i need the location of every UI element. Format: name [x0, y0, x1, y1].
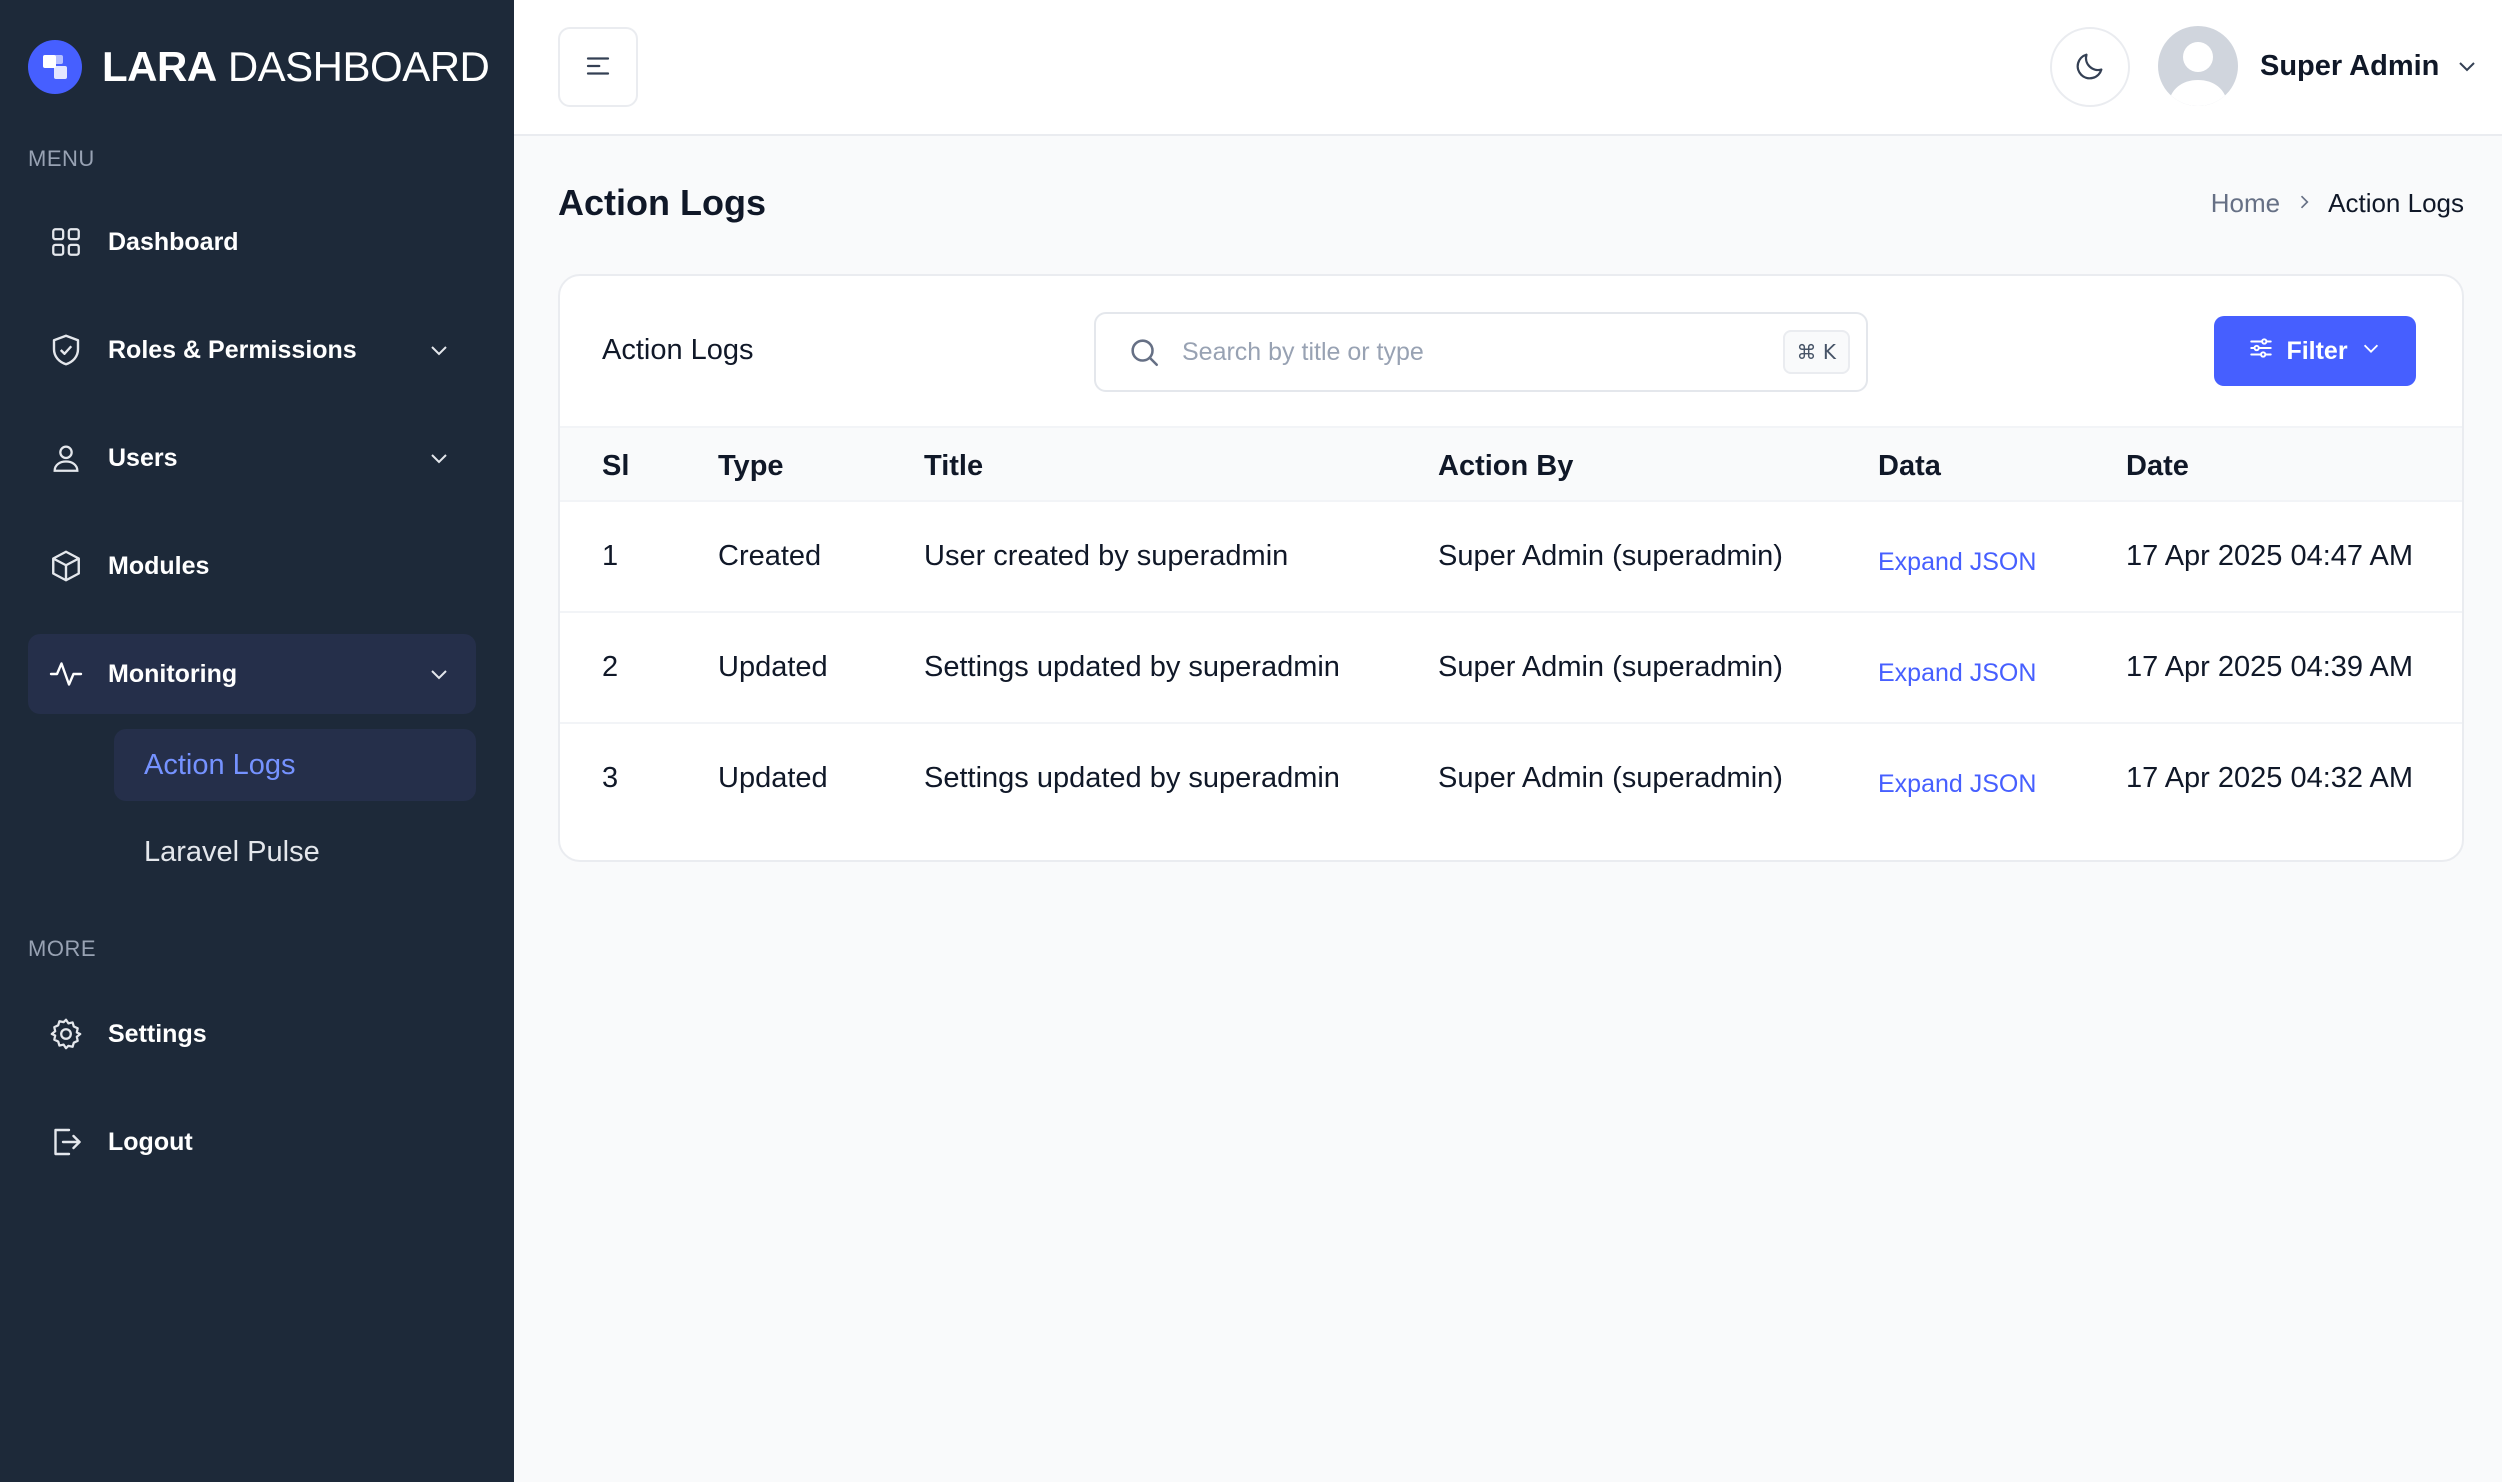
column-header-sl: Sl — [602, 450, 630, 482]
user-menu[interactable]: Super Admin — [2158, 26, 2481, 106]
shield-icon — [46, 330, 86, 370]
chevron-right-icon — [2294, 188, 2314, 219]
column-header-type: Type — [718, 450, 784, 482]
filter-button[interactable]: Filter — [2214, 316, 2416, 386]
search-input[interactable] — [1182, 322, 1783, 382]
moon-icon — [2073, 49, 2107, 86]
sidebar-item-label: Logout — [108, 1127, 193, 1156]
table-header: Sl Type Title Action By Data Date — [560, 426, 2462, 502]
sidebar-item-label: Settings — [108, 1019, 207, 1048]
avatar — [2158, 26, 2238, 106]
box-icon — [46, 546, 86, 586]
page-title: Action Logs — [558, 182, 766, 223]
chevron-down-icon — [424, 335, 454, 365]
cell-action-by: Super Admin (superadmin) — [1438, 762, 1783, 794]
sidebar: LARA DASHBOARD MENU Dashboard Roles & Pe… — [0, 0, 514, 1482]
chevron-down-icon — [2453, 52, 2481, 80]
sidebar-item-roles-permissions[interactable]: Roles & Permissions — [28, 310, 476, 390]
cell-action-by: Super Admin (superadmin) — [1438, 540, 1783, 572]
sidebar-item-label: Users — [108, 443, 178, 472]
logout-icon — [46, 1122, 86, 1162]
theme-toggle-button[interactable] — [2050, 27, 2130, 107]
brand-logo[interactable]: LARA DASHBOARD — [28, 40, 490, 94]
table-row: 1 Created User created by superadmin Sup… — [560, 502, 2462, 613]
sidebar-item-label: Dashboard — [108, 227, 239, 256]
sidebar-item-users[interactable]: Users — [28, 418, 476, 498]
expand-json-link[interactable]: Expand JSON — [1878, 770, 2036, 799]
gear-icon — [46, 1014, 86, 1054]
chevron-down-icon — [424, 443, 454, 473]
topbar: Super Admin — [514, 0, 2502, 136]
cell-title: Settings updated by superadmin — [924, 762, 1340, 794]
hamburger-icon — [583, 51, 613, 84]
expand-json-link[interactable]: Expand JSON — [1878, 659, 2036, 688]
search-icon — [1124, 332, 1164, 372]
cell-type: Updated — [718, 651, 828, 683]
sidebar-subitem-action-logs[interactable]: Action Logs — [114, 729, 476, 801]
sidebar-item-label: Monitoring — [108, 659, 238, 688]
card-title: Action Logs — [602, 334, 754, 366]
cell-date: 17 Apr 2025 04:32 AM — [2126, 762, 2413, 794]
chevron-down-icon — [2360, 337, 2382, 366]
logo-mark-icon — [28, 40, 82, 94]
cell-sl: 1 — [602, 540, 619, 572]
search-box: ⌘ K — [1094, 312, 1868, 392]
menu-heading: MENU — [28, 146, 95, 171]
sidebar-item-logout[interactable]: Logout — [28, 1102, 476, 1182]
sidebar-item-label: Roles & Permissions — [108, 335, 357, 364]
filter-button-label: Filter — [2286, 336, 2348, 365]
cell-title: Settings updated by superadmin — [924, 651, 1340, 683]
expand-json-link[interactable]: Expand JSON — [1878, 548, 2036, 577]
sidebar-item-settings[interactable]: Settings — [28, 994, 476, 1074]
column-header-action-by: Action By — [1438, 450, 1574, 482]
column-header-date: Date — [2126, 450, 2189, 482]
cell-date: 17 Apr 2025 04:47 AM — [2126, 540, 2413, 572]
more-heading: MORE — [28, 936, 96, 961]
action-logs-card: Action Logs ⌘ K Filter Sl Type Title Act… — [558, 274, 2464, 862]
cell-title: User created by superadmin — [924, 540, 1289, 572]
grid-icon — [46, 222, 86, 262]
chevron-down-icon — [424, 659, 454, 689]
sidebar-item-modules[interactable]: Modules — [28, 526, 476, 606]
user-icon — [46, 438, 86, 478]
cell-type: Updated — [718, 762, 828, 794]
breadcrumb-current: Action Logs — [2328, 188, 2464, 218]
sidebar-item-monitoring[interactable]: Monitoring — [28, 634, 476, 714]
sidebar-toggle-button[interactable] — [558, 27, 638, 107]
table-row: 2 Updated Settings updated by superadmin… — [560, 613, 2462, 724]
sliders-icon — [2248, 335, 2274, 368]
cell-sl: 2 — [602, 651, 619, 683]
cell-action-by: Super Admin (superadmin) — [1438, 651, 1783, 683]
brand-name-light: DASHBOARD — [227, 43, 490, 90]
activity-icon — [46, 654, 86, 694]
sidebar-item-label: Modules — [108, 551, 210, 580]
brand-name: LARA DASHBOARD — [102, 43, 490, 91]
search-shortcut-badge: ⌘ K — [1782, 330, 1850, 374]
user-name: Super Admin — [2260, 49, 2440, 82]
sidebar-subitem-laravel-pulse[interactable]: Laravel Pulse — [114, 816, 476, 888]
breadcrumb-home-link[interactable]: Home — [2211, 188, 2280, 219]
column-header-data: Data — [1878, 450, 1941, 482]
sidebar-item-dashboard[interactable]: Dashboard — [28, 202, 476, 282]
table-row: 3 Updated Settings updated by superadmin… — [560, 724, 2462, 835]
brand-name-bold: LARA — [102, 43, 217, 90]
cell-date: 17 Apr 2025 04:39 AM — [2126, 651, 2413, 683]
cell-type: Created — [718, 540, 822, 572]
breadcrumb: Home Action Logs — [2211, 188, 2464, 219]
column-header-title: Title — [924, 450, 984, 482]
cell-sl: 3 — [602, 762, 619, 794]
